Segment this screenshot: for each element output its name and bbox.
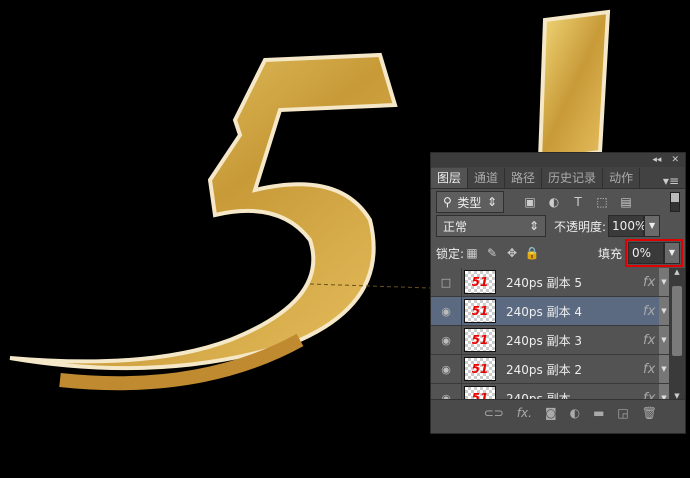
updown-icon: ⇕ (528, 219, 539, 233)
fill-dropdown[interactable]: ▼ (664, 242, 680, 264)
tab-actions[interactable]: 动作 (603, 168, 641, 188)
new-layer-icon[interactable]: ◲ (617, 406, 628, 420)
new-adjustment-icon[interactable]: ◐ (570, 406, 580, 420)
fill-highlight: 0% ▼ (625, 239, 683, 267)
lock-label: 锁定: (436, 246, 465, 261)
search-icon: ⚲ (443, 195, 452, 209)
scrollbar-thumb[interactable] (672, 286, 682, 356)
layer-row[interactable]: ◉ 51 240ps 副本 fx ▼ (431, 384, 669, 400)
layer-row-selected[interactable]: ◉ 51 240ps 副本 4 fx ▼ (431, 297, 669, 326)
layer-row[interactable]: ◉ 51 240ps 副本 2 fx ▼ (431, 355, 669, 384)
type-filter-icon[interactable]: T (570, 195, 586, 209)
eye-icon[interactable]: ◉ (431, 297, 462, 325)
layer-thumbnail: 51 (464, 328, 496, 352)
effects-expand-icon[interactable]: ▼ (659, 355, 669, 383)
layer-thumbnail: 51 (464, 299, 496, 323)
layer-row[interactable]: ◉ 51 240ps 副本 3 fx ▼ (431, 326, 669, 355)
updown-icon: ⇕ (486, 195, 497, 209)
fx-icon[interactable]: fx (643, 362, 659, 377)
add-mask-icon[interactable]: ◙ (545, 406, 557, 420)
new-group-icon[interactable]: ▬ (593, 406, 604, 420)
opacity-input[interactable]: 100% (608, 215, 646, 237)
layers-panel: ◂◂ ✕ 图层 通道 路径 历史记录 动作 ▾≡ ⚲ 类型 ⇕ ▣ ◐ T ⬚ ▤ 正… (430, 152, 686, 434)
opacity-label: 不透明度: (554, 219, 607, 234)
fx-icon[interactable]: fx (643, 275, 659, 290)
fx-icon[interactable]: fx (643, 333, 659, 348)
panel-menu-icon[interactable]: ▾≡ (663, 174, 685, 188)
lock-transparency-icon[interactable]: ▦ (464, 246, 480, 260)
layers-toolbar: ⊂⊃ fx. ◙ ◐ ▬ ◲ 🗑 (431, 399, 685, 433)
layers-scrollbar[interactable]: ▲ ▼ (669, 268, 685, 400)
eye-icon[interactable]: ◉ (431, 326, 462, 354)
filter-toggle[interactable] (670, 192, 680, 212)
shape-filter-icon[interactable]: ⬚ (594, 195, 610, 209)
add-style-icon[interactable]: fx. (517, 406, 532, 420)
panel-tabs: 图层 通道 路径 历史记录 动作 ▾≡ (431, 167, 685, 189)
filter-type-select[interactable]: ⚲ 类型 ⇕ (436, 191, 504, 213)
lock-position-icon[interactable]: ✥ (504, 246, 520, 260)
delete-layer-icon[interactable]: 🗑 (642, 406, 657, 420)
tab-history[interactable]: 历史记录 (542, 168, 604, 188)
link-layers-icon[interactable]: ⊂⊃ (484, 406, 504, 420)
smart-object-filter-icon[interactable]: ▤ (618, 195, 634, 209)
lock-paint-icon[interactable]: ✎ (484, 246, 500, 260)
lock-all-icon[interactable]: 🔒 (524, 246, 540, 260)
fx-icon[interactable]: fx (643, 304, 659, 319)
effects-expand-icon[interactable]: ▼ (659, 384, 669, 400)
pixel-filter-icon[interactable]: ▣ (522, 195, 538, 209)
visibility-toggle-empty[interactable]: □ (431, 268, 462, 296)
effects-expand-icon[interactable]: ▼ (659, 268, 669, 296)
close-icon[interactable]: ✕ (671, 155, 679, 165)
tab-channels[interactable]: 通道 (468, 168, 506, 188)
fill-label: 填充 (597, 246, 622, 261)
collapse-icon[interactable]: ◂◂ (652, 155, 661, 165)
layers-list: □ 51 240ps 副本 5 fx ▼ ◉ 51 240ps 副本 4 fx ▼ ◉ 51 240… (431, 268, 669, 400)
layer-thumbnail: 51 (464, 270, 496, 294)
eye-icon[interactable]: ◉ (431, 355, 462, 383)
adjustment-filter-icon[interactable]: ◐ (546, 195, 562, 209)
effects-expand-icon[interactable]: ▼ (659, 326, 669, 354)
tab-paths[interactable]: 路径 (505, 168, 543, 188)
fill-input[interactable]: 0% (628, 242, 664, 264)
blend-mode-select[interactable]: 正常 ⇕ (436, 215, 546, 237)
eye-icon[interactable]: ◉ (431, 384, 462, 400)
layer-thumbnail: 51 (464, 357, 496, 381)
layer-row[interactable]: □ 51 240ps 副本 5 fx ▼ (431, 268, 669, 297)
layer-thumbnail: 51 (464, 386, 496, 400)
opacity-dropdown[interactable]: ▼ (644, 215, 661, 237)
effects-expand-icon[interactable]: ▼ (659, 297, 669, 325)
tab-layers[interactable]: 图层 (431, 168, 469, 188)
